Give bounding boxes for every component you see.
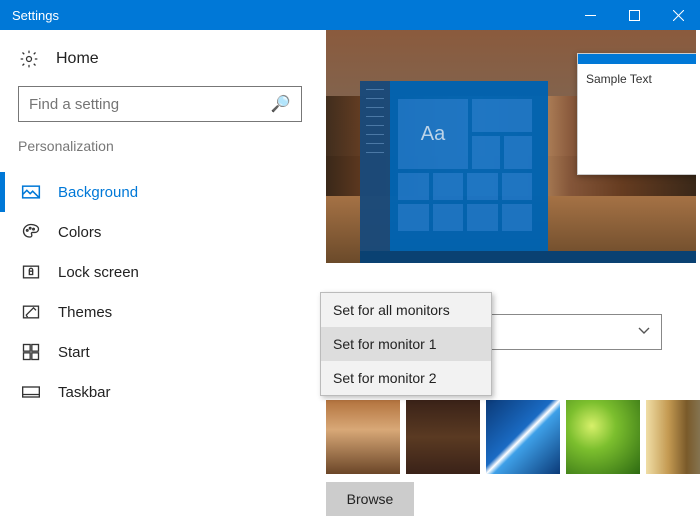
- aa-tile: Aa: [398, 99, 468, 169]
- content-area: Home 🔍 Personalization Background Colors: [0, 30, 700, 518]
- monitor-context-menu: Set for all monitors Set for monitor 1 S…: [320, 292, 492, 396]
- chevron-down-icon: [637, 323, 651, 341]
- taskbar-icon: [20, 381, 42, 403]
- nav-start[interactable]: Start: [18, 332, 302, 372]
- home-label: Home: [56, 50, 99, 68]
- lockscreen-icon: [20, 261, 42, 283]
- menu-set-all-monitors[interactable]: Set for all monitors: [321, 293, 491, 327]
- nav-themes[interactable]: Themes: [18, 292, 302, 332]
- menu-set-monitor-1[interactable]: Set for monitor 1: [321, 327, 491, 361]
- startmenu-preview: Aa: [360, 81, 548, 251]
- nav-lockscreen[interactable]: Lock screen: [18, 252, 302, 292]
- taskbar-preview: [360, 251, 696, 263]
- thumbnail-4[interactable]: [566, 400, 640, 474]
- nav-label: Colors: [58, 224, 101, 241]
- minimize-icon: [585, 10, 596, 21]
- nav-colors[interactable]: Colors: [18, 212, 302, 252]
- window-title: Settings: [0, 8, 59, 23]
- home-link[interactable]: Home: [18, 48, 302, 70]
- start-icon: [20, 341, 42, 363]
- close-button[interactable]: [656, 0, 700, 30]
- thumbnail-1[interactable]: [326, 400, 400, 474]
- minimize-button[interactable]: [568, 0, 612, 30]
- sidebar: Home 🔍 Personalization Background Colors: [0, 30, 320, 518]
- nav-label: Taskbar: [58, 384, 111, 401]
- colors-icon: [20, 221, 42, 243]
- nav-label: Start: [58, 344, 90, 361]
- maximize-button[interactable]: [612, 0, 656, 30]
- thumbnail-2[interactable]: [406, 400, 480, 474]
- sample-text: Sample Text: [578, 64, 696, 94]
- nav-label: Lock screen: [58, 264, 139, 281]
- titlebar: Settings: [0, 0, 700, 30]
- gear-icon: [18, 48, 40, 70]
- themes-icon: [20, 301, 42, 323]
- main-panel: Aa Sample Text ure: [320, 30, 700, 518]
- thumbnail-5[interactable]: [646, 400, 700, 474]
- maximize-icon: [629, 10, 640, 21]
- menu-set-monitor-2[interactable]: Set for monitor 2: [321, 361, 491, 395]
- sample-window: Sample Text: [577, 53, 696, 175]
- section-title: Personalization: [18, 138, 302, 154]
- search-icon: 🔍: [271, 94, 291, 114]
- search-input[interactable]: [29, 96, 271, 113]
- desktop-preview: Aa Sample Text: [326, 30, 696, 263]
- nav-taskbar[interactable]: Taskbar: [18, 372, 302, 412]
- browse-button[interactable]: Browse: [326, 482, 414, 516]
- nav-background[interactable]: Background: [18, 172, 302, 212]
- thumbnail-3[interactable]: [486, 400, 560, 474]
- nav-label: Themes: [58, 304, 112, 321]
- nav-label: Background: [58, 184, 138, 201]
- picture-thumbnails: [326, 400, 700, 474]
- close-icon: [673, 10, 684, 21]
- search-box[interactable]: 🔍: [18, 86, 302, 122]
- settings-window: Settings Home 🔍 Personalization: [0, 0, 700, 518]
- background-icon: [20, 181, 42, 203]
